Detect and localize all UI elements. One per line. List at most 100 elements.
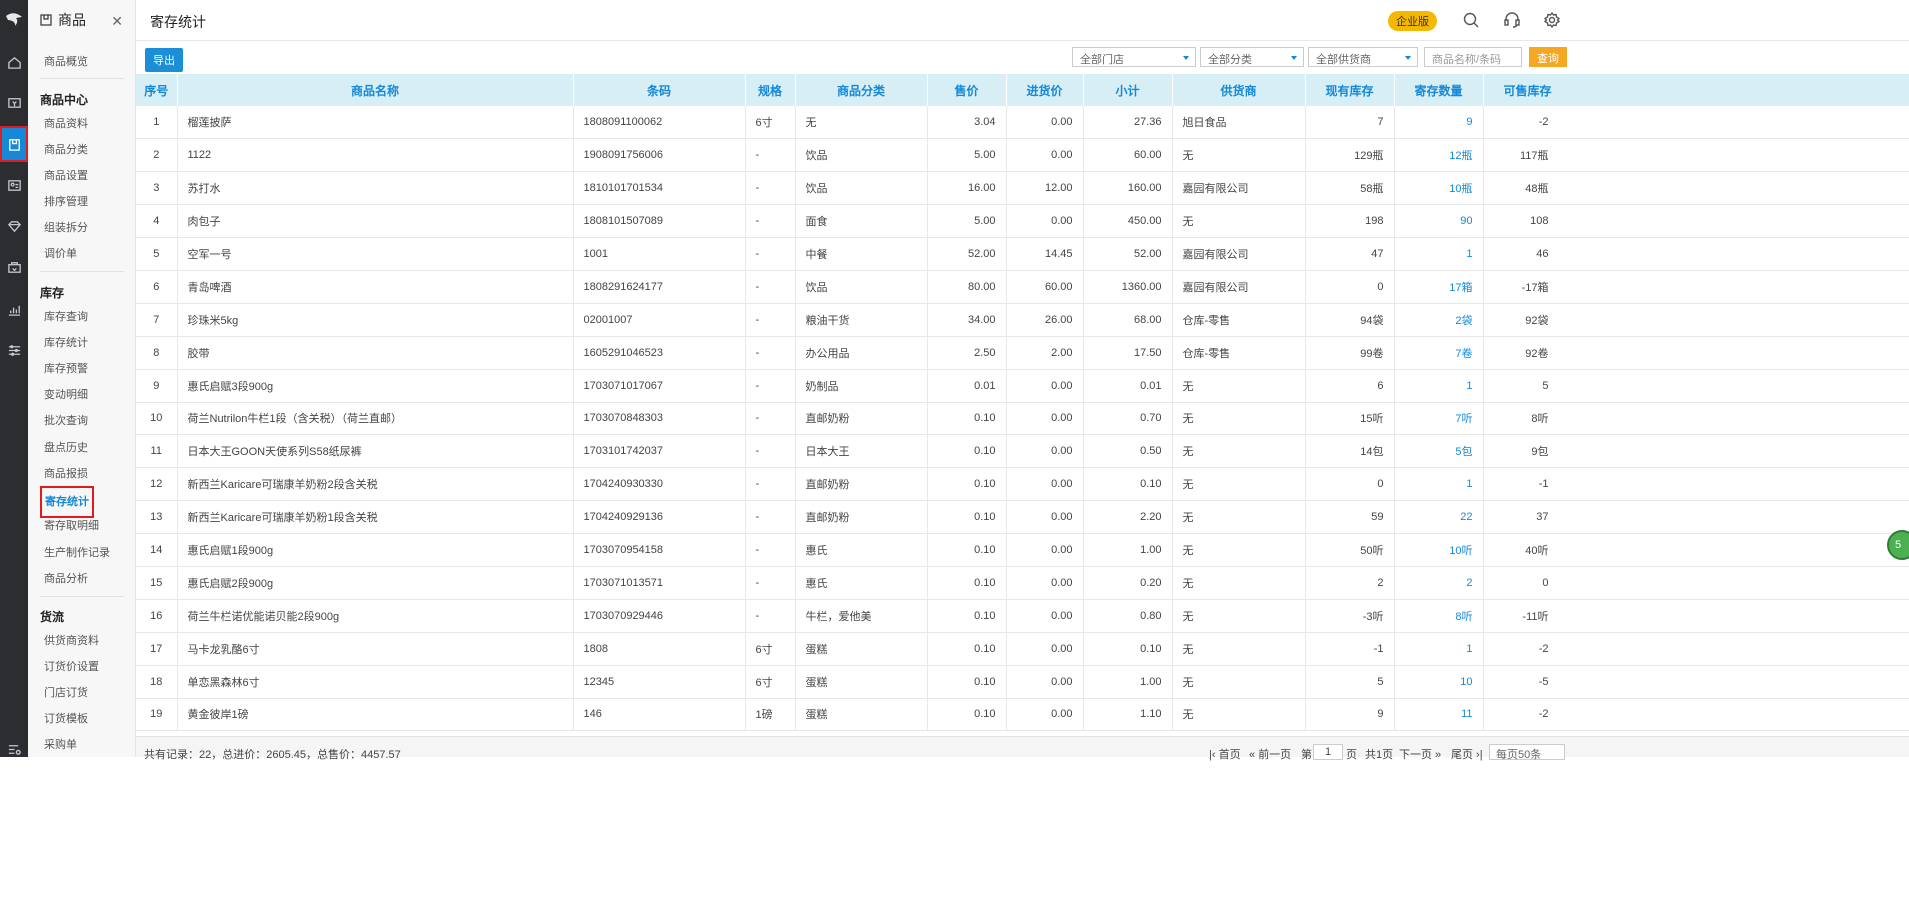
store-select[interactable]: 全部门店	[1072, 47, 1196, 67]
sidebar-item-order-price[interactable]: 订货价设置	[44, 660, 99, 674]
app-logo[interactable]	[0, 0, 28, 40]
table-row[interactable]: 14 惠氏启赋1段900g 1703070954158- 惠氏 0.10 0.00 1.00…	[136, 533, 1909, 567]
deposit-quantity-link[interactable]: 5包	[1394, 434, 1484, 469]
sidebar-item-deposit-stats[interactable]: 寄存统计	[40, 486, 94, 518]
column-header[interactable]: 现有库存	[1305, 74, 1395, 106]
diamond-icon[interactable]	[0, 212, 28, 240]
column-header[interactable]: 进货价	[1006, 74, 1084, 106]
sidebar-item-deposit-detail[interactable]: 寄存取明细	[44, 519, 99, 533]
category-select[interactable]: 全部分类	[1200, 47, 1304, 67]
table-row[interactable]: 5 空军一号 1001- 中餐 52.00 14.45 52.00 嘉园有限公司 47 1 46	[136, 237, 1909, 271]
table-row[interactable]: 10 荷兰Nutrilon牛栏1段（含关税）（荷兰直邮） 1703070848303…	[136, 402, 1909, 436]
column-header[interactable]: 售价	[927, 74, 1007, 106]
table-row[interactable]: 19 黄金彼岸1磅 146 1磅 蛋糕 0.10 0.00 1.10 无 9 11 -2	[136, 698, 1909, 732]
sidebar-item-change-detail[interactable]: 变动明细	[44, 388, 88, 402]
table-row[interactable]: 7 珍珠米5kg 02001007- 粮油干货 34.00 26.00 68.00 仓库-零售…	[136, 303, 1909, 337]
goods-icon[interactable]	[0, 126, 28, 162]
supplier-select[interactable]: 全部供货商	[1308, 47, 1418, 67]
column-header[interactable]: 序号	[136, 74, 178, 106]
deposit-quantity-link[interactable]: 8听	[1394, 599, 1484, 633]
deposit-quantity-link[interactable]: 11	[1394, 698, 1484, 732]
sidebar-item-goods-analysis[interactable]: 商品分析	[44, 572, 88, 586]
deposit-quantity-link[interactable]: 10听	[1394, 533, 1484, 567]
table-row[interactable]: 8 胶带 1605291046523- 办公用品 2.50 2.00 17.50 仓库-零售 9…	[136, 336, 1909, 370]
collapse-menu-icon[interactable]	[0, 735, 28, 763]
member-card-icon[interactable]	[0, 171, 28, 199]
deposit-quantity-link[interactable]: 1	[1394, 369, 1484, 403]
sidebar-item-batch-query[interactable]: 批次查询	[44, 414, 88, 428]
deposit-quantity-link[interactable]: 7卷	[1394, 336, 1484, 370]
sidebar-item-assembly[interactable]: 组装拆分	[44, 221, 88, 235]
column-header[interactable]: 寄存数量	[1394, 74, 1484, 106]
table-row[interactable]: 12 新西兰Karicare可瑞康羊奶粉2段含关税 1704240930330- 直邮…	[136, 467, 1909, 502]
deposit-quantity-link[interactable]: 22	[1394, 500, 1484, 535]
table-row[interactable]: 13 新西兰Karicare可瑞康羊奶粉1段含关税 1704240929136- 直邮…	[136, 500, 1909, 535]
sidebar-item-stock-alert[interactable]: 库存预警	[44, 362, 88, 376]
column-header[interactable]: 条码	[573, 74, 746, 106]
table-row[interactable]: 2 1122 1908091756006- 饮品 5.00 0.00 60.00 无 129瓶 1…	[136, 138, 1909, 173]
table-row[interactable]: 18 单恋黑森林6寸 12345 6寸 蛋糕 0.10 0.00 1.00 无 5 10 -5	[136, 665, 1909, 699]
deposit-quantity-link[interactable]: 12瓶	[1394, 138, 1484, 173]
deposit-quantity-link[interactable]: 10瓶	[1394, 171, 1484, 206]
page-size-select[interactable]: 每页50条	[1489, 744, 1565, 761]
gear-icon[interactable]	[1542, 10, 1562, 30]
column-header[interactable]: 可售库存	[1483, 74, 1909, 106]
search-icon[interactable]	[1461, 10, 1481, 30]
column-header[interactable]: 小计	[1083, 74, 1173, 106]
query-button[interactable]: 查询	[1529, 47, 1567, 67]
table-row[interactable]: 11 日本大王GOON天使系列S58纸尿裤 1703101742037- 日本大王 0.…	[136, 434, 1909, 469]
headset-icon[interactable]	[1502, 10, 1522, 30]
column-header[interactable]: 商品名称	[177, 74, 574, 106]
sidebar-item-goods-loss[interactable]: 商品报损	[44, 467, 88, 481]
close-icon[interactable]: ✕	[111, 13, 123, 30]
table-row[interactable]: 6 青岛啤酒 1808291624177- 饮品 80.00 60.00 1360.00 嘉园…	[136, 270, 1909, 304]
page-number-input[interactable]: 1	[1313, 744, 1343, 760]
table-row[interactable]: 4 肉包子 1808101507089- 面食 5.00 0.00 450.00 无 198 90…	[136, 204, 1909, 239]
home-icon[interactable]	[0, 48, 28, 76]
sidebar-item-sort-management[interactable]: 排序管理	[44, 195, 88, 209]
prev-page-link[interactable]: « 前一页	[1249, 746, 1291, 762]
deposit-quantity-link[interactable]: 17箱	[1394, 270, 1484, 304]
sidebar-item-production-record[interactable]: 生产制作记录	[44, 546, 110, 560]
sidebar-item-overview[interactable]: 商品概览	[44, 55, 88, 69]
table-row[interactable]: 16 荷兰牛栏诺优能诺贝能2段900g 1703070929446- 牛栏，爱他美 0.…	[136, 599, 1909, 633]
table-row[interactable]: 1 榴莲披萨 1808091100062 6寸无 3.04 0.00 27.36 旭日食品 7 9…	[136, 106, 1909, 140]
column-header[interactable]: 供货商	[1172, 74, 1306, 106]
next-page-link[interactable]: 下一页 »	[1399, 746, 1441, 762]
column-header[interactable]: 规格	[745, 74, 796, 106]
table-row[interactable]: 3 苏打水 1810101701534- 饮品 16.00 12.00 160.00 嘉园有限…	[136, 171, 1909, 206]
search-input[interactable]: 商品名称/条码	[1424, 47, 1522, 67]
sidebar-item-store-order[interactable]: 门店订货	[44, 686, 88, 700]
deposit-quantity-link[interactable]: 1	[1394, 632, 1484, 666]
chart-icon[interactable]	[0, 295, 28, 323]
sidebar-item-stocktake-history[interactable]: 盘点历史	[44, 441, 88, 455]
table-row[interactable]: 17 马卡龙乳酪6寸 1808 6寸 蛋糕 0.10 0.00 0.10 无 -1 1 -2	[136, 632, 1909, 666]
table-row[interactable]: 15 惠氏启赋2段900g 1703071013571- 惠氏 0.10 0.00 0.20…	[136, 566, 1909, 600]
sidebar-item-price-adjust[interactable]: 调价单	[44, 247, 77, 261]
last-page-link[interactable]: 尾页 ›|	[1451, 746, 1483, 762]
deposit-quantity-link[interactable]: 2	[1394, 566, 1484, 600]
floating-help-badge[interactable]: 5	[1887, 530, 1909, 560]
sidebar-item-goods-info[interactable]: 商品资料	[44, 117, 88, 131]
deposit-quantity-link[interactable]: 9	[1394, 106, 1484, 140]
cashier-icon[interactable]	[0, 88, 28, 116]
table-row[interactable]: 9 惠氏启赋3段900g 1703071017067- 奶制品 0.01 0.00 0.01…	[136, 369, 1909, 403]
settings-sliders-icon[interactable]	[0, 336, 28, 364]
marketing-icon[interactable]	[0, 253, 28, 281]
deposit-quantity-link[interactable]: 7听	[1394, 402, 1484, 436]
sidebar-item-stock-stats[interactable]: 库存统计	[44, 336, 88, 350]
sidebar-item-goods-settings[interactable]: 商品设置	[44, 169, 88, 183]
deposit-quantity-link[interactable]: 2袋	[1394, 303, 1484, 337]
deposit-quantity-link[interactable]: 90	[1394, 204, 1484, 239]
sidebar-item-goods-category[interactable]: 商品分类	[44, 143, 88, 157]
first-page-link[interactable]: |‹ 首页	[1209, 746, 1241, 762]
deposit-quantity-link[interactable]: 1	[1394, 467, 1484, 502]
deposit-quantity-link[interactable]: 10	[1394, 665, 1484, 699]
column-header[interactable]: 商品分类	[795, 74, 928, 106]
sidebar-item-stock-query[interactable]: 库存查询	[44, 310, 88, 324]
sidebar-item-order-template[interactable]: 订货模板	[44, 712, 88, 726]
deposit-quantity-link[interactable]: 1	[1394, 237, 1484, 271]
export-button[interactable]: 导出	[145, 48, 183, 72]
sidebar-item-purchase-order[interactable]: 采购单	[44, 738, 77, 752]
sidebar-item-supplier-info[interactable]: 供货商资料	[44, 634, 99, 648]
